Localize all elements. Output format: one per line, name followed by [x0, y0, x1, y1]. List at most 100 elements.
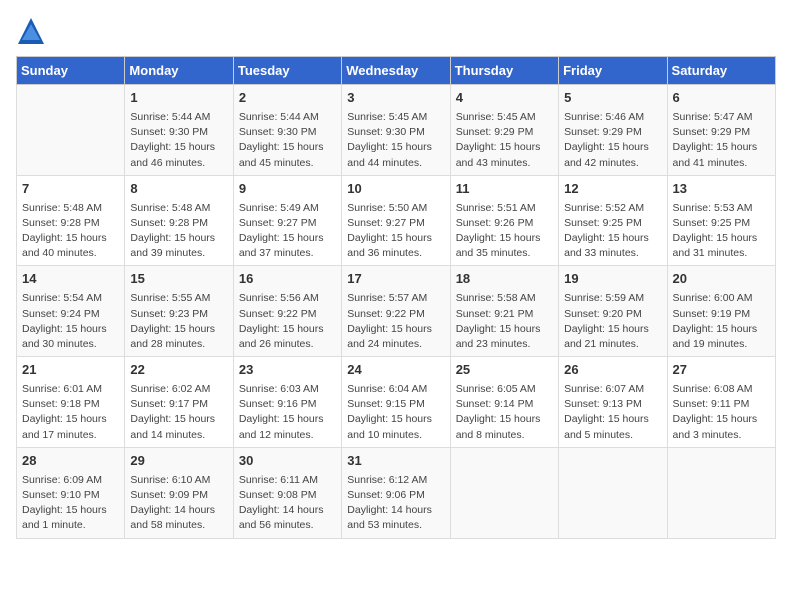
calendar-cell: 11 Sunrise: 5:51 AMSunset: 9:26 PMDayligh…	[450, 175, 558, 266]
day-number: 23	[239, 361, 336, 380]
day-info: Sunrise: 6:00 AMSunset: 9:19 PMDaylight:…	[673, 291, 770, 352]
day-info: Sunrise: 5:51 AMSunset: 9:26 PMDaylight:…	[456, 201, 553, 262]
day-number: 11	[456, 180, 553, 199]
logo-icon	[16, 16, 46, 46]
day-number: 2	[239, 89, 336, 108]
day-number: 12	[564, 180, 661, 199]
day-info: Sunrise: 5:44 AMSunset: 9:30 PMDaylight:…	[239, 110, 336, 171]
day-info: Sunrise: 5:48 AMSunset: 9:28 PMDaylight:…	[130, 201, 227, 262]
calendar-cell: 31Sunrise: 6:12 AMSunset: 9:06 PMDayligh…	[342, 447, 450, 538]
day-info: Sunrise: 5:48 AMSunset: 9:28 PMDaylight:…	[22, 201, 119, 262]
day-number: 29	[130, 452, 227, 471]
day-info: Sunrise: 5:52 AMSunset: 9:25 PMDaylight:…	[564, 201, 661, 262]
day-number: 30	[239, 452, 336, 471]
day-info: Sunrise: 5:44 AMSunset: 9:30 PMDaylight:…	[130, 110, 227, 171]
day-number: 14	[22, 270, 119, 289]
calendar-week-row: 14 Sunrise: 5:54 AMSunset: 9:24 PMDayligh…	[17, 266, 776, 357]
calendar-cell: 24 Sunrise: 6:04 AMSunset: 9:15 PMDayligh…	[342, 357, 450, 448]
calendar-cell: 16 Sunrise: 5:56 AMSunset: 9:22 PMDayligh…	[233, 266, 341, 357]
day-number: 26	[564, 361, 661, 380]
calendar-cell: 6Sunrise: 5:47 AMSunset: 9:29 PMDaylight…	[667, 85, 775, 176]
day-number: 8	[130, 180, 227, 199]
calendar-cell	[559, 447, 667, 538]
day-number: 19	[564, 270, 661, 289]
day-number: 10	[347, 180, 444, 199]
calendar-cell: 30 Sunrise: 6:11 AMSunset: 9:08 PMDayligh…	[233, 447, 341, 538]
day-number: 15	[130, 270, 227, 289]
day-info: Sunrise: 5:57 AMSunset: 9:22 PMDaylight:…	[347, 291, 444, 352]
calendar-cell: 3Sunrise: 5:45 AMSunset: 9:30 PMDaylight…	[342, 85, 450, 176]
day-number: 27	[673, 361, 770, 380]
calendar-cell: 29 Sunrise: 6:10 AMSunset: 9:09 PMDayligh…	[125, 447, 233, 538]
calendar-day-header: Saturday	[667, 57, 775, 85]
calendar-cell: 27 Sunrise: 6:08 AMSunset: 9:11 PMDayligh…	[667, 357, 775, 448]
calendar-cell: 4 Sunrise: 5:45 AMSunset: 9:29 PMDaylight…	[450, 85, 558, 176]
day-info: Sunrise: 5:46 AMSunset: 9:29 PMDaylight:…	[564, 110, 661, 171]
calendar-week-row: 7 Sunrise: 5:48 AMSunset: 9:28 PMDaylight…	[17, 175, 776, 266]
calendar-cell: 20 Sunrise: 6:00 AMSunset: 9:19 PMDayligh…	[667, 266, 775, 357]
day-info: Sunrise: 6:03 AMSunset: 9:16 PMDaylight:…	[239, 382, 336, 443]
day-number: 3	[347, 89, 444, 108]
day-info: Sunrise: 5:56 AMSunset: 9:22 PMDaylight:…	[239, 291, 336, 352]
day-number: 20	[673, 270, 770, 289]
calendar-day-header: Tuesday	[233, 57, 341, 85]
page-header	[16, 16, 776, 46]
calendar-cell: 14 Sunrise: 5:54 AMSunset: 9:24 PMDayligh…	[17, 266, 125, 357]
day-info: Sunrise: 5:58 AMSunset: 9:21 PMDaylight:…	[456, 291, 553, 352]
logo	[16, 16, 50, 46]
day-info: Sunrise: 6:04 AMSunset: 9:15 PMDaylight:…	[347, 382, 444, 443]
calendar-cell	[17, 85, 125, 176]
calendar-cell: 9Sunrise: 5:49 AMSunset: 9:27 PMDaylight…	[233, 175, 341, 266]
day-info: Sunrise: 5:59 AMSunset: 9:20 PMDaylight:…	[564, 291, 661, 352]
calendar-table: SundayMondayTuesdayWednesdayThursdayFrid…	[16, 56, 776, 539]
calendar-cell: 7 Sunrise: 5:48 AMSunset: 9:28 PMDaylight…	[17, 175, 125, 266]
day-number: 16	[239, 270, 336, 289]
day-info: Sunrise: 6:08 AMSunset: 9:11 PMDaylight:…	[673, 382, 770, 443]
day-number: 1	[130, 89, 227, 108]
day-info: Sunrise: 6:02 AMSunset: 9:17 PMDaylight:…	[130, 382, 227, 443]
calendar-cell: 15 Sunrise: 5:55 AMSunset: 9:23 PMDayligh…	[125, 266, 233, 357]
day-number: 28	[22, 452, 119, 471]
day-number: 5	[564, 89, 661, 108]
day-info: Sunrise: 5:55 AMSunset: 9:23 PMDaylight:…	[130, 291, 227, 352]
calendar-week-row: 1 Sunrise: 5:44 AMSunset: 9:30 PMDaylight…	[17, 85, 776, 176]
day-info: Sunrise: 5:47 AMSunset: 9:29 PMDaylight:…	[673, 110, 770, 171]
day-info: Sunrise: 5:45 AMSunset: 9:29 PMDaylight:…	[456, 110, 553, 171]
day-info: Sunrise: 6:10 AMSunset: 9:09 PMDaylight:…	[130, 473, 227, 534]
day-info: Sunrise: 6:12 AMSunset: 9:06 PMDaylight:…	[347, 473, 444, 534]
calendar-cell: 19 Sunrise: 5:59 AMSunset: 9:20 PMDayligh…	[559, 266, 667, 357]
day-number: 24	[347, 361, 444, 380]
calendar-day-header: Thursday	[450, 57, 558, 85]
calendar-day-header: Sunday	[17, 57, 125, 85]
day-info: Sunrise: 5:50 AMSunset: 9:27 PMDaylight:…	[347, 201, 444, 262]
day-info: Sunrise: 5:54 AMSunset: 9:24 PMDaylight:…	[22, 291, 119, 352]
day-number: 21	[22, 361, 119, 380]
day-number: 18	[456, 270, 553, 289]
day-info: Sunrise: 6:07 AMSunset: 9:13 PMDaylight:…	[564, 382, 661, 443]
calendar-cell: 5 Sunrise: 5:46 AMSunset: 9:29 PMDaylight…	[559, 85, 667, 176]
calendar-day-header: Monday	[125, 57, 233, 85]
calendar-cell: 23 Sunrise: 6:03 AMSunset: 9:16 PMDayligh…	[233, 357, 341, 448]
day-number: 25	[456, 361, 553, 380]
day-number: 17	[347, 270, 444, 289]
day-info: Sunrise: 5:49 AMSunset: 9:27 PMDaylight:…	[239, 201, 336, 262]
calendar-day-header: Friday	[559, 57, 667, 85]
calendar-cell: 21 Sunrise: 6:01 AMSunset: 9:18 PMDayligh…	[17, 357, 125, 448]
calendar-cell: 25Sunrise: 6:05 AMSunset: 9:14 PMDayligh…	[450, 357, 558, 448]
day-info: Sunrise: 6:11 AMSunset: 9:08 PMDaylight:…	[239, 473, 336, 534]
day-number: 13	[673, 180, 770, 199]
calendar-header-row: SundayMondayTuesdayWednesdayThursdayFrid…	[17, 57, 776, 85]
calendar-cell	[667, 447, 775, 538]
calendar-week-row: 28 Sunrise: 6:09 AMSunset: 9:10 PMDayligh…	[17, 447, 776, 538]
calendar-cell: 10 Sunrise: 5:50 AMSunset: 9:27 PMDayligh…	[342, 175, 450, 266]
day-number: 7	[22, 180, 119, 199]
day-info: Sunrise: 6:09 AMSunset: 9:10 PMDaylight:…	[22, 473, 119, 534]
day-number: 22	[130, 361, 227, 380]
calendar-cell: 22 Sunrise: 6:02 AMSunset: 9:17 PMDayligh…	[125, 357, 233, 448]
calendar-cell: 28 Sunrise: 6:09 AMSunset: 9:10 PMDayligh…	[17, 447, 125, 538]
calendar-cell: 17 Sunrise: 5:57 AMSunset: 9:22 PMDayligh…	[342, 266, 450, 357]
day-info: Sunrise: 6:01 AMSunset: 9:18 PMDaylight:…	[22, 382, 119, 443]
calendar-cell: 8 Sunrise: 5:48 AMSunset: 9:28 PMDaylight…	[125, 175, 233, 266]
calendar-cell	[450, 447, 558, 538]
day-number: 4	[456, 89, 553, 108]
